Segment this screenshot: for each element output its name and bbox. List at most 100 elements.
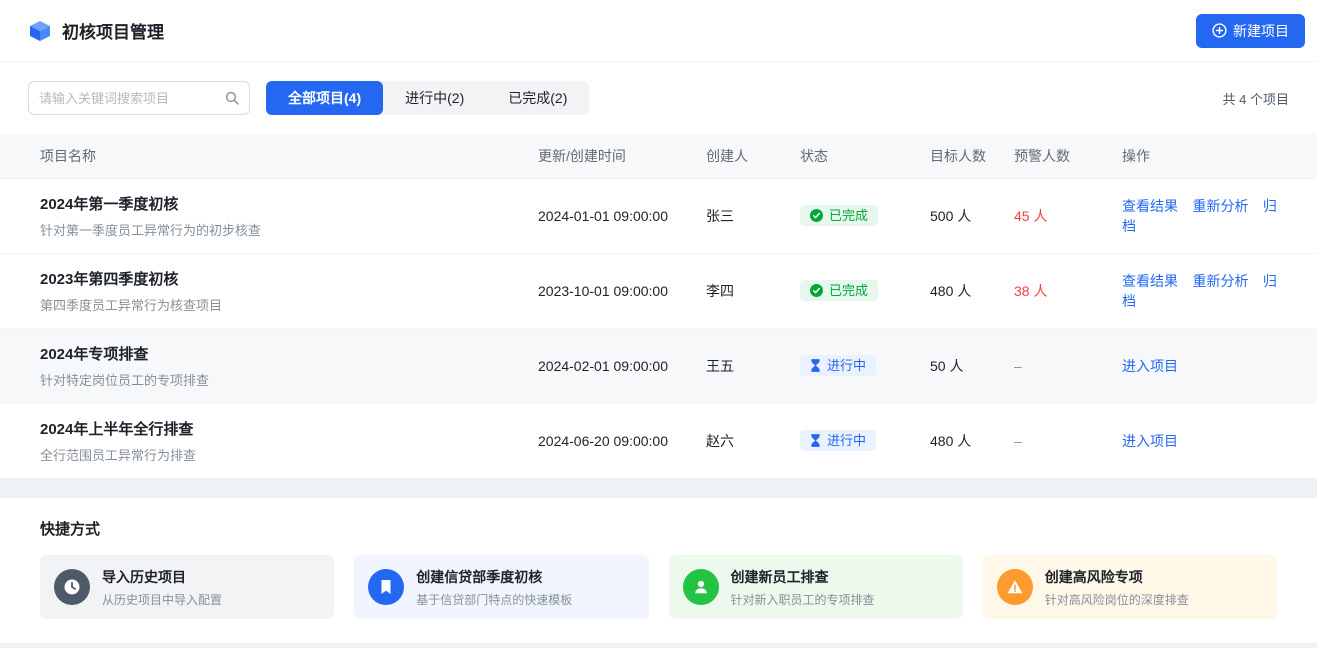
projects-panel: 初核项目管理 新建项目 <box>0 0 1317 478</box>
page-title: 初核项目管理 <box>62 18 164 43</box>
shortcuts-title: 快捷方式 <box>40 518 1277 539</box>
actions-cell: 查看结果 重新分析 归档 <box>1122 196 1277 236</box>
creator-cell: 李四 <box>706 281 800 301</box>
actions-cell: 进入项目 <box>1122 356 1277 376</box>
col-time: 更新/创建时间 <box>538 146 706 166</box>
time-cell: 2024-02-01 09:00:00 <box>538 358 706 374</box>
shortcut-new-employee-check[interactable]: 创建新员工排查 针对新入职员工的专项排查 <box>669 555 963 619</box>
warning-cell: – <box>1014 358 1122 374</box>
col-warning: 预警人数 <box>1014 146 1122 166</box>
actions-cell: 进入项目 <box>1122 431 1277 451</box>
shortcut-subtitle: 基于信贷部门特点的快速模板 <box>416 591 572 608</box>
shortcut-cards: 导入历史项目 从历史项目中导入配置 创建信贷部季度初核 基于信贷部门特点的快速模… <box>40 555 1277 619</box>
status-cell: 进行中 <box>800 355 930 377</box>
warning-icon <box>997 569 1033 605</box>
table-row: 2023年第四季度初核 第四季度员工异常行为核查项目 2023-10-01 09… <box>0 253 1317 328</box>
target-cell: 50 人 <box>930 356 1014 376</box>
warning-cell: 38 人 <box>1014 281 1122 301</box>
col-status: 状态 <box>800 146 930 166</box>
search-icon[interactable] <box>225 91 239 105</box>
shortcuts-panel: 快捷方式 导入历史项目 从历史项目中导入配置 <box>0 498 1317 643</box>
view-results-link[interactable]: 查看结果 <box>1122 273 1178 289</box>
toolbar: 全部项目(4) 进行中(2) 已完成(2) 共 4 个项目 <box>0 62 1317 134</box>
project-title: 2023年第四季度初核 <box>40 268 538 289</box>
check-circle-icon <box>810 209 823 222</box>
time-cell: 2024-06-20 09:00:00 <box>538 433 706 449</box>
status-label: 已完成 <box>829 209 868 222</box>
tab-in-progress[interactable]: 进行中(2) <box>383 81 486 115</box>
plus-circle-icon <box>1212 23 1227 38</box>
shortcut-high-risk-special[interactable]: 创建高风险专项 针对高风险岗位的深度排查 <box>983 555 1277 619</box>
project-title: 2024年专项排查 <box>40 343 538 364</box>
status-badge: 已完成 <box>800 205 878 226</box>
enter-project-link[interactable]: 进入项目 <box>1122 433 1178 449</box>
shortcut-subtitle: 从历史项目中导入配置 <box>102 591 222 608</box>
shortcut-title: 导入历史项目 <box>102 567 222 587</box>
target-cell: 500 人 <box>930 206 1014 226</box>
shortcut-title: 创建高风险专项 <box>1045 567 1189 587</box>
hourglass-icon <box>810 359 821 372</box>
tab-completed[interactable]: 已完成(2) <box>486 81 589 115</box>
shortcut-text: 创建高风险专项 针对高风险岗位的深度排查 <box>1045 567 1189 608</box>
time-cell: 2024-01-01 09:00:00 <box>538 208 706 224</box>
reanalyze-link[interactable]: 重新分析 <box>1192 273 1248 289</box>
shortcut-text: 创建新员工排查 针对新入职员工的专项排查 <box>731 567 875 608</box>
shortcut-subtitle: 针对高风险岗位的深度排查 <box>1045 591 1189 608</box>
status-cell: 进行中 <box>800 430 930 452</box>
project-title: 2024年第一季度初核 <box>40 193 538 214</box>
page-header: 初核项目管理 新建项目 <box>0 0 1317 62</box>
enter-project-link[interactable]: 进入项目 <box>1122 358 1178 374</box>
filter-tabs: 全部项目(4) 进行中(2) 已完成(2) <box>266 81 589 115</box>
check-circle-icon <box>810 284 823 297</box>
col-project-name: 项目名称 <box>40 146 538 166</box>
shortcut-title: 创建信贷部季度初核 <box>416 567 572 587</box>
project-description: 针对第一季度员工异常行为的初步核查 <box>40 220 538 239</box>
status-cell: 已完成 <box>800 280 930 302</box>
project-description: 针对特定岗位员工的专项排查 <box>40 370 538 389</box>
tab-all-projects[interactable]: 全部项目(4) <box>266 81 383 115</box>
project-title: 2024年上半年全行排查 <box>40 418 538 439</box>
project-name-cell: 2024年专项排查 针对特定岗位员工的专项排查 <box>40 343 538 389</box>
warning-cell: 45 人 <box>1014 206 1122 226</box>
project-name-cell: 2024年上半年全行排查 全行范围员工异常行为排查 <box>40 418 538 464</box>
creator-cell: 王五 <box>706 356 800 376</box>
search-box[interactable] <box>28 81 250 115</box>
warning-cell: – <box>1014 433 1122 449</box>
time-cell: 2023-10-01 09:00:00 <box>538 283 706 299</box>
table-row: 2024年上半年全行排查 全行范围员工异常行为排查 2024-06-20 09:… <box>0 403 1317 478</box>
hourglass-icon <box>810 434 821 447</box>
shortcut-text: 创建信贷部季度初核 基于信贷部门特点的快速模板 <box>416 567 572 608</box>
clock-icon <box>54 569 90 605</box>
target-cell: 480 人 <box>930 431 1014 451</box>
reanalyze-link[interactable]: 重新分析 <box>1192 198 1248 214</box>
shortcut-title: 创建新员工排查 <box>731 567 875 587</box>
shortcut-credit-dept-review[interactable]: 创建信贷部季度初核 基于信贷部门特点的快速模板 <box>354 555 648 619</box>
creator-cell: 赵六 <box>706 431 800 451</box>
search-input[interactable] <box>39 91 225 106</box>
target-cell: 480 人 <box>930 281 1014 301</box>
status-cell: 已完成 <box>800 205 930 227</box>
table-row: 2024年第一季度初核 针对第一季度员工异常行为的初步核查 2024-01-01… <box>0 178 1317 253</box>
cube-logo-icon <box>28 19 52 43</box>
new-project-button[interactable]: 新建项目 <box>1196 14 1305 48</box>
project-name-cell: 2024年第一季度初核 针对第一季度员工异常行为的初步核查 <box>40 193 538 239</box>
status-label: 已完成 <box>829 284 868 297</box>
project-name-cell: 2023年第四季度初核 第四季度员工异常行为核查项目 <box>40 268 538 314</box>
shortcut-text: 导入历史项目 从历史项目中导入配置 <box>102 567 222 608</box>
page: 初核项目管理 新建项目 <box>0 0 1317 648</box>
shortcut-subtitle: 针对新入职员工的专项排查 <box>731 591 875 608</box>
table-row: 2024年专项排查 针对特定岗位员工的专项排查 2024-02-01 09:00… <box>0 328 1317 403</box>
project-description: 第四季度员工异常行为核查项目 <box>40 295 538 314</box>
total-count: 共 4 个项目 <box>1223 89 1289 108</box>
bookmark-icon <box>368 569 404 605</box>
status-badge: 已完成 <box>800 280 878 301</box>
status-label: 进行中 <box>827 359 866 372</box>
status-badge: 进行中 <box>800 430 876 451</box>
table-header: 项目名称 更新/创建时间 创建人 状态 目标人数 预警人数 操作 <box>0 134 1317 178</box>
shortcut-import-history[interactable]: 导入历史项目 从历史项目中导入配置 <box>40 555 334 619</box>
actions-cell: 查看结果 重新分析 归档 <box>1122 271 1277 311</box>
user-icon <box>683 569 719 605</box>
project-description: 全行范围员工异常行为排查 <box>40 445 538 464</box>
view-results-link[interactable]: 查看结果 <box>1122 198 1178 214</box>
col-actions: 操作 <box>1122 146 1277 166</box>
